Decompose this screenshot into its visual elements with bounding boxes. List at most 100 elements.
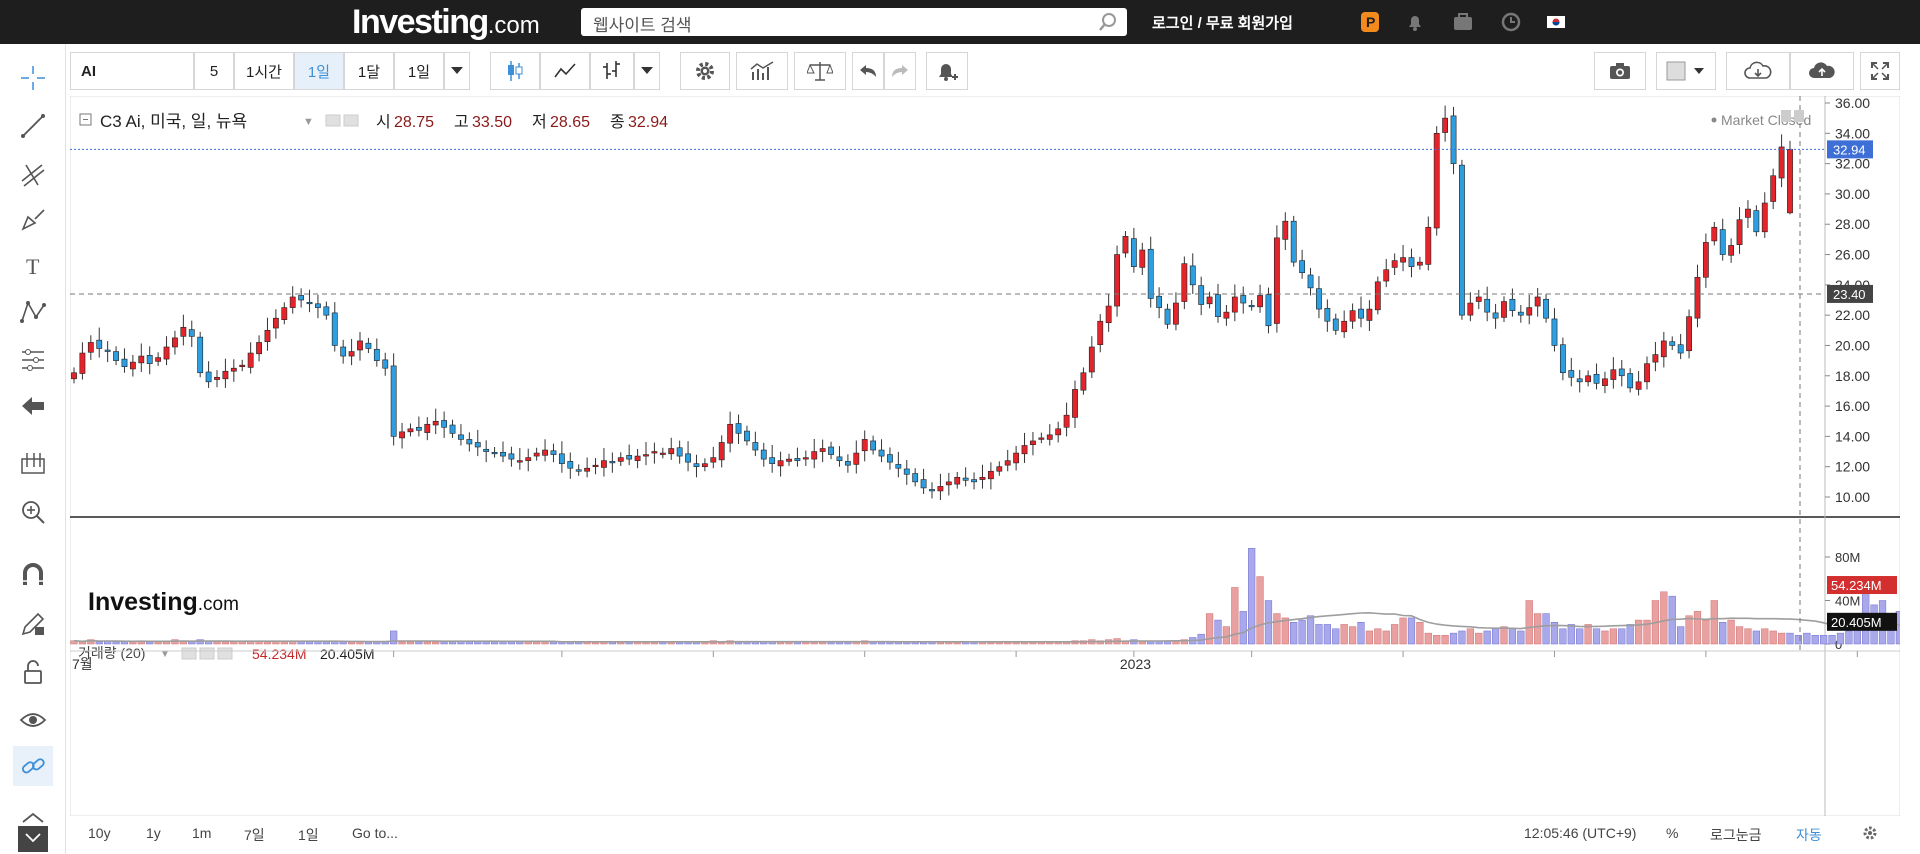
scale-settings-icon[interactable] (1862, 825, 1878, 844)
pencil-lock-icon[interactable] (13, 604, 53, 644)
fib-tool-icon[interactable] (13, 154, 53, 194)
auto-scale-toggle[interactable]: 자동 (1796, 825, 1822, 845)
trend-line-icon[interactable] (13, 106, 53, 146)
scroll-arrow-icon (1794, 110, 1804, 122)
briefcase-icon[interactable] (1451, 10, 1475, 34)
line-style-button[interactable] (540, 52, 590, 90)
log-scale-toggle[interactable]: 로그눈금 (1710, 825, 1762, 845)
volume-bar (1525, 600, 1533, 645)
volume-bar (263, 641, 272, 645)
legend-dropdown-icon[interactable]: ▼ (303, 116, 314, 128)
candle-body (828, 446, 834, 455)
compare-scale-icon[interactable] (794, 52, 846, 90)
price-tick-label: 36.00 (1835, 96, 1870, 111)
legend-settings-icon[interactable] (343, 114, 359, 127)
goto-date-button[interactable]: Go to... (352, 825, 398, 841)
brush-icon[interactable] (13, 200, 53, 240)
style-dropdown-button[interactable] (634, 52, 660, 90)
candle-body (474, 442, 481, 448)
volume-eye-icon[interactable] (181, 647, 197, 660)
candle-body (1475, 296, 1482, 302)
range-1d-button[interactable]: 1일 (298, 825, 319, 845)
candle-body (1416, 261, 1423, 266)
candle-body (626, 455, 633, 460)
undo-icon[interactable] (852, 52, 884, 90)
unlock-icon[interactable] (13, 652, 53, 692)
candle-body (172, 337, 178, 348)
interval-5-button[interactable]: 5 (194, 52, 234, 90)
candle-body (575, 469, 582, 472)
bars-style-button[interactable] (590, 52, 634, 90)
volume-bar (1534, 613, 1542, 645)
volume-close-icon[interactable] (217, 647, 233, 660)
alert-bell-icon[interactable] (926, 52, 968, 90)
settings-gear-icon[interactable] (680, 52, 730, 90)
candle-body (836, 456, 843, 461)
volume-bar (1794, 635, 1803, 645)
eye-icon[interactable] (13, 700, 53, 740)
investing-logo[interactable]: Investing.com (352, 3, 540, 42)
interval-dropdown-button[interactable] (444, 52, 470, 90)
crosshair-icon[interactable] (13, 58, 53, 98)
volume-bar (1508, 628, 1517, 645)
back-arrow-icon[interactable] (13, 386, 53, 426)
korea-flag-icon[interactable] (1544, 10, 1568, 34)
save-cloud-icon[interactable] (1790, 52, 1854, 90)
interval-1d-button[interactable]: 1일 (294, 52, 344, 90)
fullscreen-icon[interactable] (1860, 52, 1900, 90)
chart-layout-select[interactable] (1656, 52, 1716, 90)
volume-bar (1357, 622, 1365, 645)
candle-body (331, 312, 338, 346)
volume-bar (533, 641, 541, 645)
zoom-in-icon[interactable] (13, 492, 53, 532)
range-1m-button[interactable]: 1m (192, 825, 211, 841)
clock-icon[interactable] (1499, 10, 1523, 34)
search-icon[interactable] (1097, 11, 1119, 38)
price-tick-label: 10.00 (1835, 489, 1870, 505)
load-cloud-icon[interactable] (1726, 52, 1790, 90)
text-tool-icon[interactable]: T (13, 246, 53, 286)
volume-bar (78, 641, 87, 645)
range-1y-button[interactable]: 1y (146, 825, 161, 841)
volume-bar (1433, 635, 1441, 645)
volume-bar (440, 641, 448, 645)
volume-bar (516, 641, 524, 645)
screenshot-camera-icon[interactable] (1594, 52, 1646, 90)
indicators-icon[interactable] (736, 52, 788, 90)
login-link[interactable]: 로그인 / 무료 회원가입 (1152, 12, 1293, 33)
magnet-icon[interactable] (13, 556, 53, 596)
candle-body (1206, 296, 1213, 305)
interval-1h-button[interactable]: 1시간 (234, 52, 294, 90)
measure-icon[interactable] (13, 444, 53, 484)
link-icon[interactable] (13, 746, 53, 786)
candle-body (323, 306, 330, 316)
interval-select[interactable]: 1일 (394, 52, 444, 90)
candle-body (525, 457, 532, 461)
search-input[interactable]: 웹사이트 검색 (581, 8, 1127, 36)
legend-eye-icon[interactable] (325, 114, 341, 127)
prediction-tool-icon[interactable] (13, 340, 53, 380)
range-7d-button[interactable]: 7일 (244, 825, 265, 845)
volume-bar (1660, 591, 1668, 645)
volume-bar (280, 641, 288, 645)
range-10y-button[interactable]: 10y (88, 825, 111, 841)
volume-bar (1365, 630, 1374, 645)
candle-body (138, 355, 145, 364)
symbol-input[interactable]: AI (70, 52, 194, 90)
bell-icon[interactable] (1403, 10, 1427, 34)
volume-bar (1693, 611, 1702, 645)
candle-body (1173, 302, 1179, 325)
price-chart[interactable]: C3 Ai, 미국, 일, 뉴욕 ▼ 시 28.75 고 33.50 저 28.… (70, 96, 1900, 816)
candles-style-button[interactable] (490, 52, 540, 90)
candle-body (937, 486, 944, 492)
redo-icon[interactable] (884, 52, 916, 90)
candle-body (298, 295, 305, 301)
volume-settings-icon[interactable] (199, 647, 215, 660)
interval-1mo-button[interactable]: 1달 (344, 52, 394, 90)
volume-bar (398, 641, 406, 645)
current-time: 12:05:46 (UTC+9) (1524, 825, 1637, 841)
percent-scale-toggle[interactable]: % (1666, 825, 1678, 841)
collapse-sidebar-icon[interactable] (13, 810, 53, 852)
pro-icon[interactable]: P (1358, 10, 1382, 34)
pattern-tool-icon[interactable] (13, 292, 53, 332)
